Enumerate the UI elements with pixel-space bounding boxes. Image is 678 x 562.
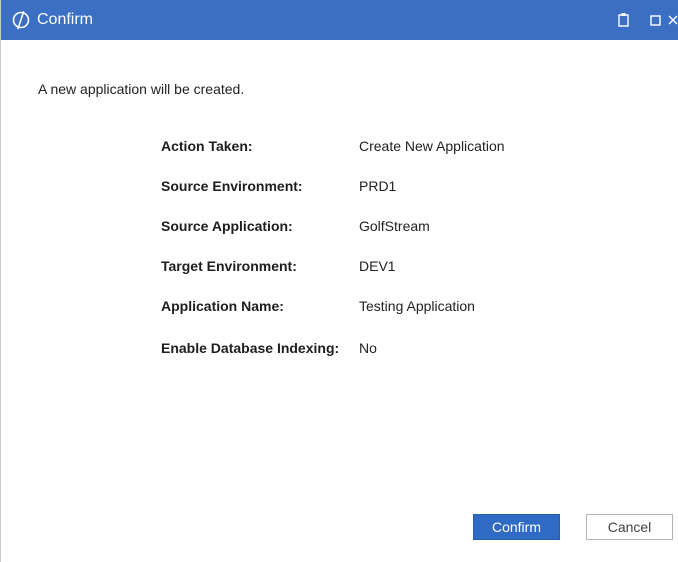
title-bar: Confirm xyxy=(1,0,678,40)
clipboard-icon[interactable] xyxy=(615,10,633,30)
maximize-icon[interactable] xyxy=(647,10,665,30)
cancel-button[interactable]: Cancel xyxy=(586,514,673,540)
detail-label: Action Taken: xyxy=(161,138,253,154)
detail-value: PRD1 xyxy=(359,178,397,194)
detail-value: GolfStream xyxy=(359,218,430,234)
window-title: Confirm xyxy=(37,11,94,28)
confirmation-message: A new application will be created. xyxy=(38,81,245,97)
detail-value: DEV1 xyxy=(359,258,396,274)
detail-label: Source Environment: xyxy=(161,178,303,194)
confirm-dialog: Confirm A new application will be create… xyxy=(0,0,678,562)
app-logo-icon xyxy=(12,11,30,30)
detail-value: No xyxy=(359,340,377,356)
close-icon[interactable] xyxy=(665,10,678,30)
detail-label: Target Environment: xyxy=(161,258,297,274)
detail-value: Create New Application xyxy=(359,138,505,154)
confirm-button[interactable]: Confirm xyxy=(473,514,560,540)
detail-label: Source Application: xyxy=(161,218,293,234)
detail-label: Application Name: xyxy=(161,298,284,314)
detail-label: Enable Database Indexing: xyxy=(161,340,340,356)
detail-value: Testing Application xyxy=(359,298,475,314)
